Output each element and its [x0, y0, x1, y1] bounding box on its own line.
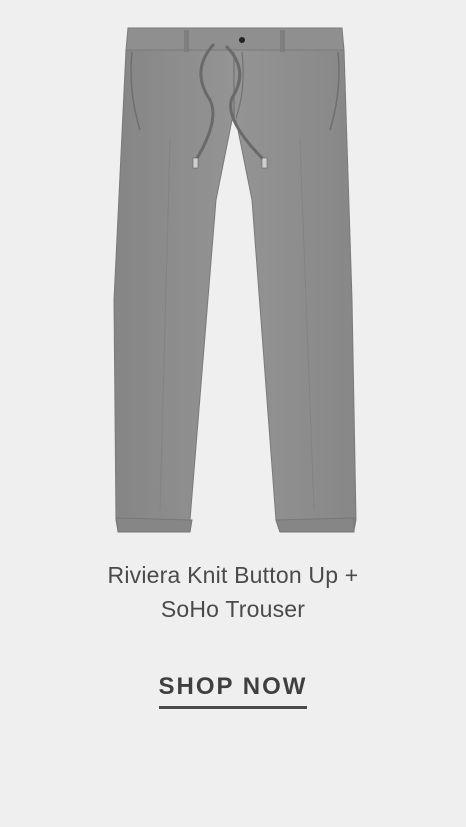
product-image-trousers[interactable] [0, 0, 466, 555]
product-title[interactable]: Riviera Knit Button Up + SoHo Trouser [0, 558, 466, 626]
product-title-line-2[interactable]: SoHo Trouser [0, 592, 466, 626]
product-card: Riviera Knit Button Up + SoHo Trouser SH… [0, 0, 466, 827]
product-title-line-1[interactable]: Riviera Knit Button Up + [0, 558, 466, 592]
cta-container: SHOP NOW [0, 672, 466, 709]
shop-now-link[interactable]: SHOP NOW [158, 672, 308, 709]
